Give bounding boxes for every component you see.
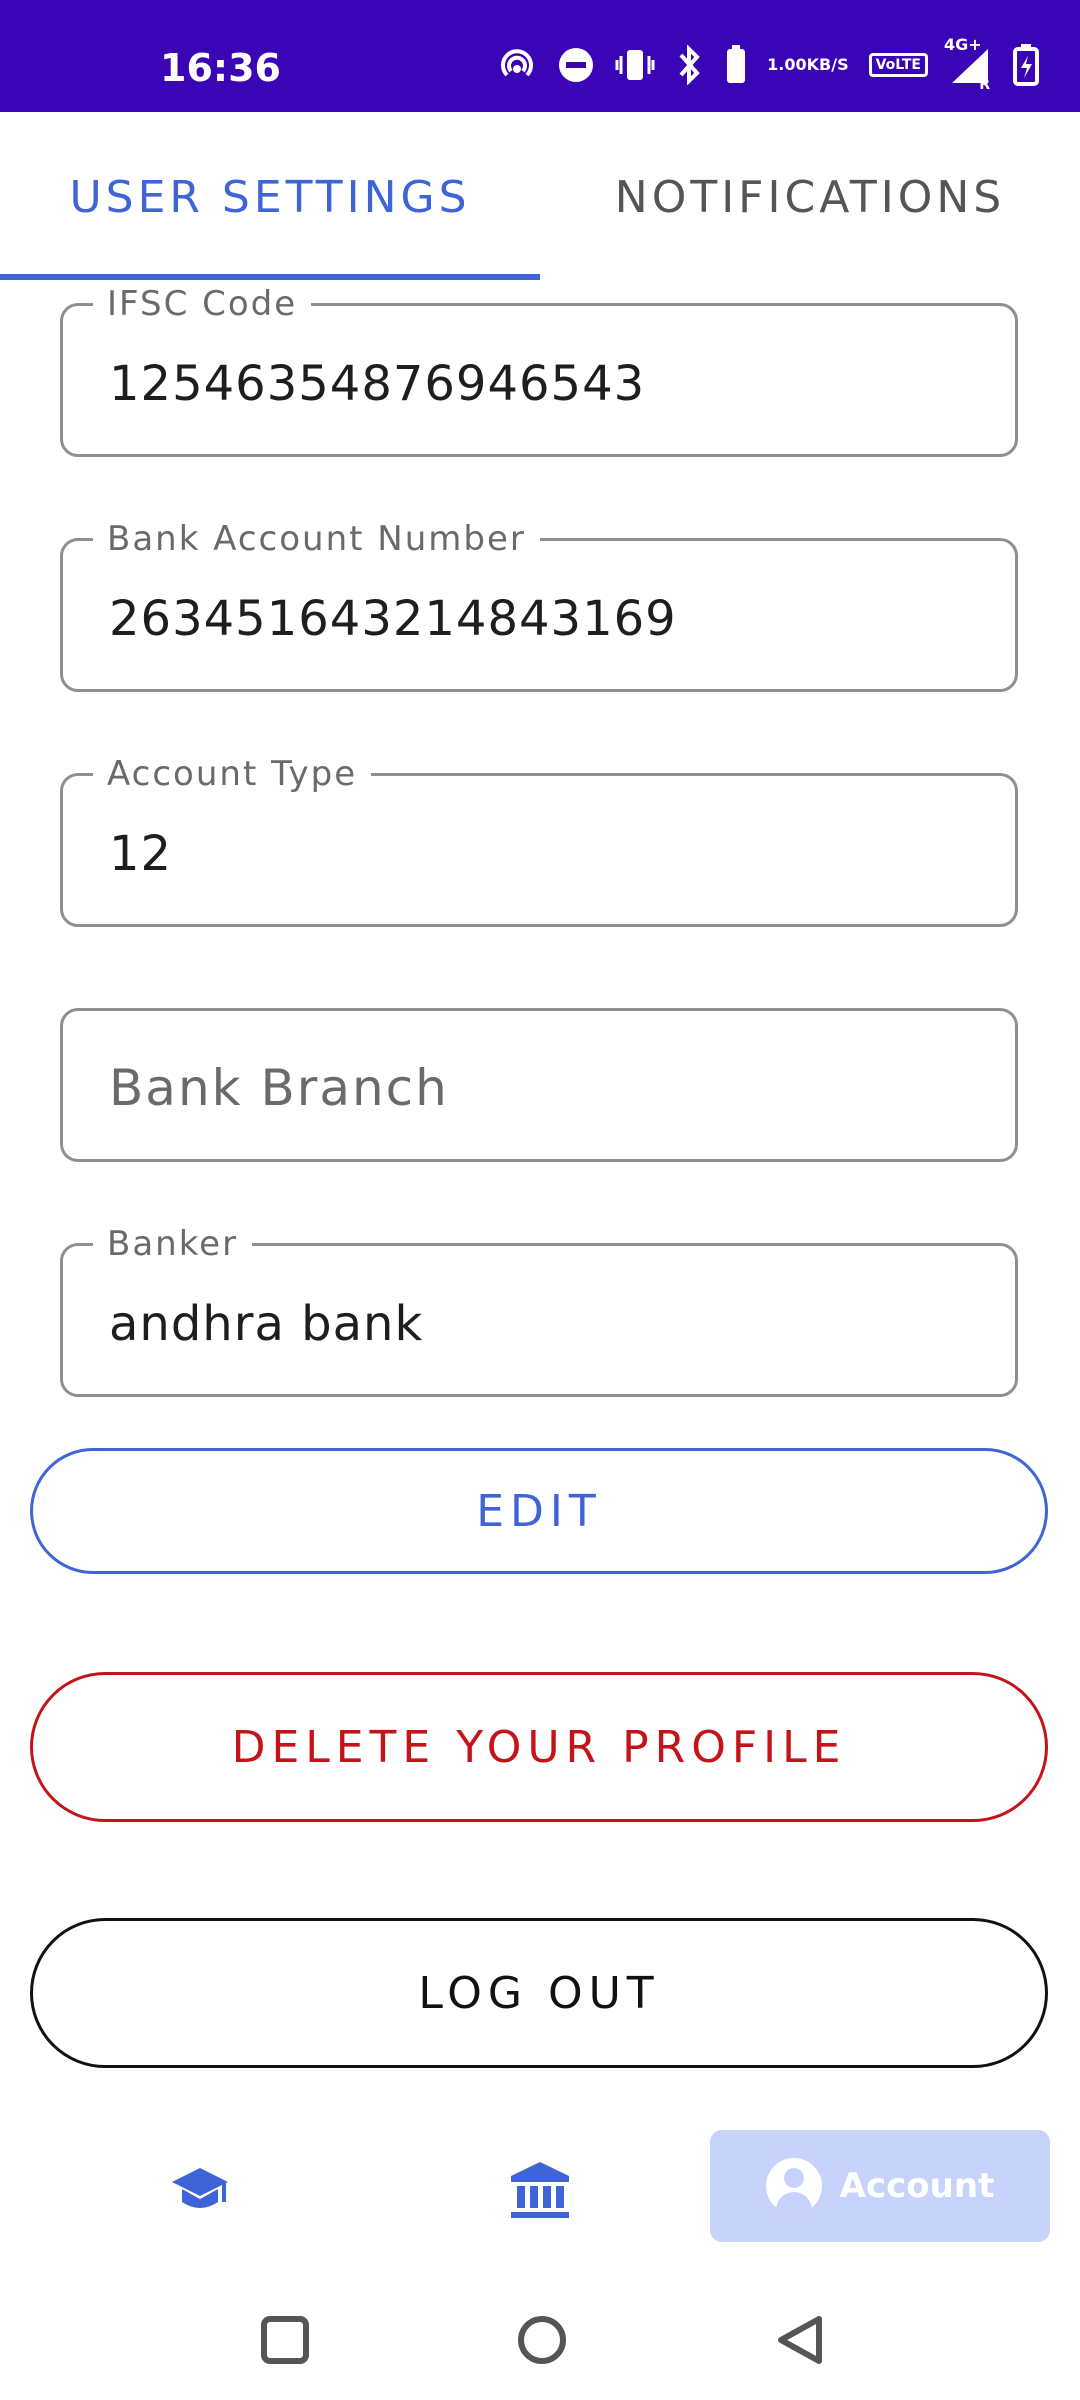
triangle-back-icon <box>778 2316 822 2364</box>
roaming-indicator: R <box>979 77 990 93</box>
nav-account-label: Account <box>839 2166 995 2206</box>
system-navigation-bar <box>0 2280 1080 2400</box>
status-icons: 1.00 KB/S VoLTE 4G+ R <box>497 35 1040 93</box>
bank-account-number-label: Bank Account Number <box>93 519 540 559</box>
delete-profile-button[interactable]: DELETE YOUR PROFILE <box>30 1672 1048 1822</box>
square-icon <box>261 2316 309 2364</box>
edit-button[interactable]: EDIT <box>30 1448 1048 1574</box>
back-button[interactable] <box>760 2300 840 2380</box>
ifsc-code-label: IFSC Code <box>93 284 312 324</box>
network-speed-value: 1.00 <box>767 55 807 74</box>
bank-branch-placeholder[interactable]: Bank Branch <box>109 1059 449 1117</box>
account-type-label: Account Type <box>93 754 372 794</box>
vibrate-icon <box>615 46 655 84</box>
battery-icon <box>1012 44 1040 86</box>
signal-icon: 4G+ R <box>944 35 992 93</box>
battery-saver-icon <box>725 45 747 85</box>
tab-bar: USER SETTINGS NOTIFICATIONS <box>0 112 1080 282</box>
banker-value[interactable]: andhra bank <box>109 1296 423 1352</box>
ifsc-code-value[interactable]: 12546354876946543 <box>109 356 645 412</box>
bluetooth-icon <box>675 45 705 85</box>
network-speed: 1.00 KB/S <box>767 57 848 73</box>
nav-item-bank[interactable] <box>480 2130 600 2250</box>
account-type-value[interactable]: 12 <box>109 826 172 882</box>
volte-badge: VoLTE <box>868 53 928 77</box>
ifsc-code-field[interactable]: IFSC Code 12546354876946543 <box>60 284 1018 457</box>
tab-indicator <box>0 274 540 280</box>
home-button[interactable] <box>502 2300 582 2380</box>
status-time: 16:36 <box>160 46 281 90</box>
circle-icon <box>518 2316 566 2364</box>
graduation-cap-icon <box>172 2168 228 2208</box>
nav-item-learn[interactable] <box>140 2130 260 2250</box>
status-bar: 16:36 1.00 KB/S VoLTE 4G+ R <box>0 0 1080 112</box>
account-type-field[interactable]: Account Type 12 <box>60 754 1018 927</box>
hotspot-icon <box>497 45 537 85</box>
bank-account-number-value[interactable]: 263451643214843169 <box>109 591 677 647</box>
log-out-button[interactable]: LOG OUT <box>30 1918 1048 2068</box>
tab-notifications[interactable]: NOTIFICATIONS <box>540 112 1080 282</box>
bank-account-number-field[interactable]: Bank Account Number 263451643214843169 <box>60 519 1018 692</box>
bank-icon <box>511 2162 569 2218</box>
banker-field[interactable]: Banker andhra bank <box>60 1224 1018 1397</box>
network-speed-unit: KB/S <box>806 55 849 74</box>
tab-user-settings[interactable]: USER SETTINGS <box>0 112 540 282</box>
bank-branch-field[interactable]: Bank Branch <box>60 1008 1018 1162</box>
banker-label: Banker <box>93 1224 253 1264</box>
account-circle-icon <box>765 2158 822 2214</box>
nav-item-account[interactable]: Account <box>710 2130 1050 2242</box>
network-type: 4G+ <box>944 35 982 54</box>
recent-apps-button[interactable] <box>245 2300 325 2380</box>
do-not-disturb-icon <box>557 46 595 84</box>
bottom-navigation: Account <box>0 2130 1080 2250</box>
